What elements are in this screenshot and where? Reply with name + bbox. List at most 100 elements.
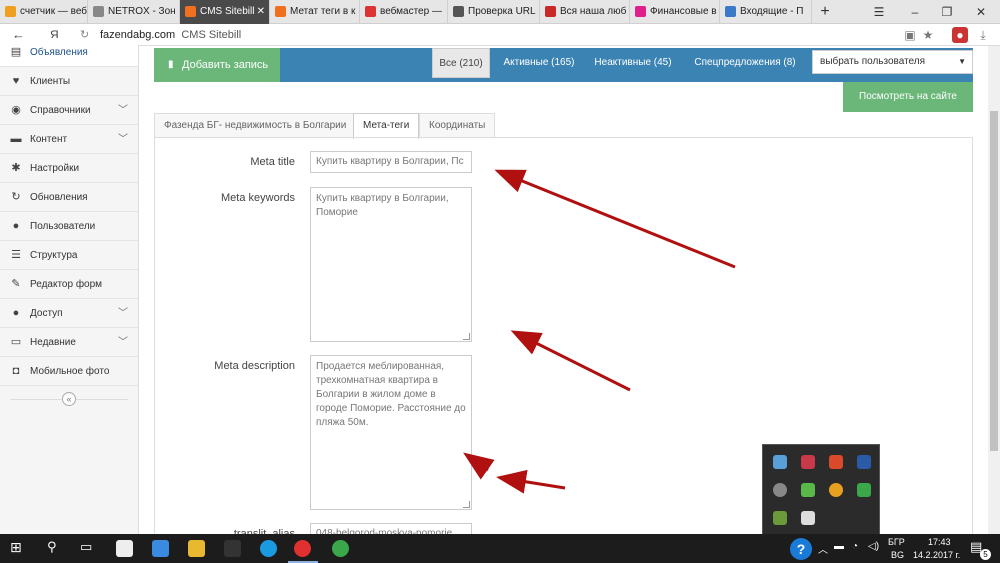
close-window-icon[interactable]: ✕ bbox=[966, 0, 996, 24]
tray-app-icon[interactable] bbox=[801, 483, 815, 497]
scrollbar-thumb[interactable] bbox=[990, 111, 998, 451]
language-indicator[interactable]: БГР bbox=[888, 537, 905, 547]
collapse-sidebar-icon[interactable]: « bbox=[62, 392, 76, 406]
clock-time[interactable]: 17:43 bbox=[928, 537, 951, 547]
sidebar-item-form-editor[interactable]: ✎ Редактор форм bbox=[0, 270, 138, 299]
tab-favicon-icon bbox=[725, 6, 736, 17]
tab-coordinates[interactable]: Координаты bbox=[419, 113, 496, 137]
browser-tab-active[interactable]: CMS Sitebill ✕ bbox=[180, 0, 270, 24]
cloud-icon[interactable] bbox=[773, 483, 787, 497]
sidebar: ▤ Объявления ♥ Клиенты ◉ Справочники ﹀ ▬ Конт… bbox=[0, 38, 139, 534]
tab-favicon-icon bbox=[5, 6, 16, 17]
tray-app-icon[interactable] bbox=[829, 483, 843, 497]
volume-icon[interactable]: ◁) bbox=[868, 541, 879, 552]
page-scrollbar[interactable] bbox=[988, 46, 1000, 534]
sidebar-item-recent[interactable]: ▭ Недавние ﹀ bbox=[0, 328, 138, 357]
sidebar-item-listings[interactable]: ▤ Объявления bbox=[0, 38, 138, 67]
close-tab-icon[interactable]: ✕ bbox=[257, 0, 265, 24]
bluetooth-icon[interactable] bbox=[857, 455, 871, 469]
tray-overflow-popup bbox=[762, 444, 880, 536]
notifications-count: 5 bbox=[980, 549, 991, 560]
chevron-down-icon: ﹀ bbox=[118, 308, 128, 319]
desktop-icon: ▭ bbox=[10, 336, 22, 348]
language-code[interactable]: BG bbox=[891, 550, 904, 560]
tab-main[interactable]: Фазенда БГ- недвижимость в Болгарии bbox=[154, 113, 357, 137]
dropbox-icon[interactable] bbox=[152, 540, 169, 557]
sidebar-item-mobile-photo[interactable]: ◘ Мобильное фото bbox=[0, 357, 138, 386]
tray-app-icon[interactable] bbox=[829, 455, 843, 469]
browser-tab[interactable]: Вся наша люб bbox=[540, 0, 630, 24]
user-icon: ● bbox=[12, 220, 20, 232]
browser-tab[interactable]: Проверка URL bbox=[448, 0, 540, 24]
clock-date[interactable]: 14.2.2017 г. bbox=[913, 550, 960, 560]
sidebar-item-structure[interactable]: ☰ Структура bbox=[0, 241, 138, 270]
edit-icon: ✎ bbox=[11, 278, 21, 290]
tab-meta-tags[interactable]: Мета-теги bbox=[353, 113, 420, 139]
filter-active-button[interactable]: Активные (165) bbox=[498, 48, 580, 78]
meta-description-textarea[interactable]: Продается меблированная, трехкомнатная к… bbox=[310, 355, 472, 510]
sidebar-item-updates[interactable]: ↻ Обновления bbox=[0, 183, 138, 212]
book-icon: ▤ bbox=[10, 46, 22, 58]
user-select[interactable]: выбрать пользователя ▼ bbox=[812, 50, 973, 74]
view-on-site-button[interactable]: Посмотреть на сайте bbox=[843, 82, 973, 112]
tab-favicon-icon bbox=[93, 6, 104, 17]
wifi-icon[interactable]: ◔ bbox=[852, 541, 858, 552]
help-icon[interactable]: ? bbox=[790, 538, 812, 560]
menu-icon[interactable]: ☰ bbox=[864, 0, 894, 24]
browser-tab-strip: счетчик — веб NETROX - Зон CMS Sitebill ✕… bbox=[0, 0, 1000, 24]
taskbar: ⊞ ⚲ ▭ ? ︿ ▬ ◔ ◁) БГР BG 17:43 14.2.2017 … bbox=[0, 534, 1000, 563]
sidebar-item-users[interactable]: ● Пользователи bbox=[0, 212, 138, 241]
lock-icon[interactable]: ▣ bbox=[902, 27, 918, 43]
browser-tab[interactable]: Финансовые в bbox=[630, 0, 720, 24]
browser-tab[interactable]: счетчик — веб bbox=[0, 0, 88, 24]
restore-icon[interactable]: ❐ bbox=[932, 0, 962, 24]
yandex-browser-icon[interactable] bbox=[294, 540, 311, 557]
amazon-icon[interactable] bbox=[224, 540, 241, 557]
sidebar-item-directories[interactable]: ◉ Справочники ﹀ bbox=[0, 96, 138, 125]
tray-app-icon[interactable] bbox=[801, 455, 815, 469]
extension-icon[interactable]: ● bbox=[952, 27, 968, 43]
shield-icon[interactable] bbox=[801, 511, 815, 525]
star-icon[interactable]: ★ bbox=[920, 27, 936, 43]
download-icon[interactable]: ⤓ bbox=[975, 27, 991, 43]
gear-icon: ✱ bbox=[11, 162, 21, 174]
folder-icon[interactable] bbox=[188, 540, 205, 557]
skype-icon[interactable] bbox=[260, 540, 277, 557]
chevron-down-icon: ▼ bbox=[958, 57, 966, 66]
search-icon[interactable]: ⚲ bbox=[47, 539, 57, 555]
url-page-title: CMS Sitebill bbox=[181, 29, 242, 41]
store-icon[interactable] bbox=[116, 540, 133, 557]
tab-favicon-icon bbox=[545, 6, 556, 17]
heart-icon: ♥ bbox=[12, 75, 20, 87]
resize-handle-icon[interactable] bbox=[463, 501, 470, 508]
tray-app-icon[interactable] bbox=[857, 483, 871, 497]
meta-description-label: Meta description bbox=[214, 360, 295, 372]
new-tab-button[interactable]: + bbox=[810, 0, 840, 24]
tab-favicon-icon bbox=[365, 6, 376, 17]
minimize-icon[interactable]: – bbox=[900, 0, 930, 24]
battery-icon[interactable]: ▬ bbox=[834, 541, 844, 552]
browser-tab[interactable]: Метат теги в к bbox=[270, 0, 360, 24]
add-record-button[interactable]: ▮ Добавить запись bbox=[154, 48, 280, 82]
filter-all-button[interactable]: Все (210) bbox=[432, 48, 490, 78]
meta-keywords-textarea[interactable]: Купить квартиру в Болгарии, Поморие bbox=[310, 187, 472, 342]
sidebar-item-settings[interactable]: ✱ Настройки bbox=[0, 154, 138, 183]
chevron-up-icon[interactable]: ︿ bbox=[818, 541, 828, 556]
filter-special-button[interactable]: Спецпредложения (8) bbox=[686, 48, 804, 78]
task-view-icon[interactable]: ▭ bbox=[80, 539, 92, 555]
tray-app-icon[interactable] bbox=[773, 455, 787, 469]
browser-tab[interactable]: Входящие - П bbox=[720, 0, 812, 24]
meta-title-input[interactable]: Купить квартиру в Болгарии, Пс bbox=[310, 151, 472, 173]
resize-handle-icon[interactable] bbox=[463, 333, 470, 340]
sidebar-item-access[interactable]: ● Доступ ﹀ bbox=[0, 299, 138, 328]
browser-tab[interactable]: вебмастер — bbox=[360, 0, 448, 24]
windows-start-icon[interactable]: ⊞ bbox=[10, 539, 22, 556]
tray-app-icon[interactable] bbox=[773, 511, 787, 525]
sidebar-item-clients[interactable]: ♥ Клиенты bbox=[0, 67, 138, 96]
chrome-icon[interactable] bbox=[332, 540, 349, 557]
filter-inactive-button[interactable]: Неактивные (45) bbox=[588, 48, 678, 78]
address-bar: ← Я ↻ fazendabg.com CMS Sitebill ▣ ★ ● ⤓ bbox=[0, 24, 1000, 46]
browser-tab[interactable]: NETROX - Зон bbox=[88, 0, 180, 24]
sidebar-item-content[interactable]: ▬ Контент ﹀ bbox=[0, 125, 138, 154]
chevron-down-icon: ﹀ bbox=[118, 337, 128, 348]
